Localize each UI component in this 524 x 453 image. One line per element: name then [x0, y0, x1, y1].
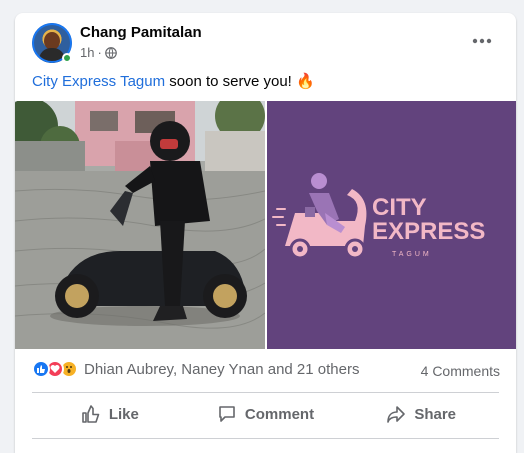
logo-line3: TAGUM [392, 251, 432, 258]
post-card: Chang Pamitalan 1h · City Express Tagum … [15, 13, 516, 453]
logo-line2: EXPRESS [372, 218, 485, 245]
like-icon [32, 360, 50, 378]
comment-icon [219, 406, 235, 422]
thumbs-up-icon [82, 405, 100, 423]
photo-grid: CITY EXPRESS TAGUM [15, 101, 516, 349]
post-meta: 1h · [80, 45, 117, 60]
photo-rider-scooter[interactable] [15, 101, 265, 349]
page-link[interactable]: City Express Tagum [32, 73, 165, 90]
post-time[interactable]: 1h [80, 45, 94, 60]
post-text: City Express Tagum soon to serve you! 🔥 [32, 72, 315, 90]
online-status-dot [62, 53, 72, 63]
like-button[interactable]: Like [32, 396, 188, 432]
city-express-logo: CITY EXPRESS TAGUM [267, 101, 516, 349]
post-text-body: soon to serve you! [165, 73, 292, 90]
fire-emoji: 🔥 [296, 73, 315, 90]
reaction-names[interactable]: Dhian Aubrey, Naney Ynan and 21 others [84, 361, 359, 378]
post-actions: Like Comment Share [32, 396, 499, 432]
author-name[interactable]: Chang Pamitalan [80, 24, 202, 41]
like-label: Like [108, 405, 139, 423]
actions-divider [32, 392, 499, 393]
more-options-icon[interactable] [470, 33, 494, 49]
comments-count[interactable]: 4 Comments [421, 363, 500, 379]
share-label: Share [414, 405, 457, 423]
post-header: Chang Pamitalan 1h · [15, 13, 516, 69]
bottom-divider [32, 438, 499, 439]
photo-city-express-logo[interactable]: CITY EXPRESS TAGUM [267, 101, 516, 349]
comment-label: Comment [244, 405, 315, 423]
meta-separator: · [97, 45, 102, 60]
rider-scooter-image [15, 101, 265, 349]
logo-line1: CITY [372, 194, 427, 221]
share-icon [387, 406, 406, 423]
share-button[interactable]: Share [343, 396, 499, 432]
reactions-summary[interactable]: Dhian Aubrey, Naney Ynan and 21 others [32, 360, 359, 378]
comment-button[interactable]: Comment [188, 396, 344, 432]
globe-icon[interactable] [104, 46, 117, 59]
